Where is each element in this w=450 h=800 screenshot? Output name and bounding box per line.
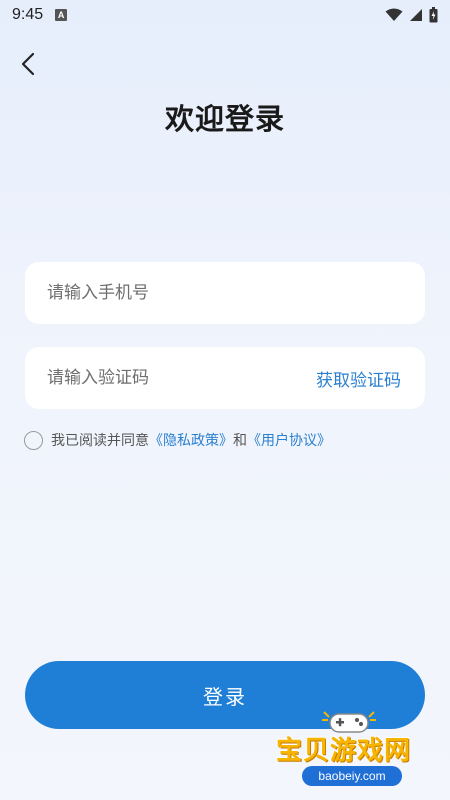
wifi-icon <box>385 8 403 21</box>
page-title: 欢迎登录 <box>164 102 285 136</box>
chevron-left-icon <box>21 52 35 76</box>
agreement-prefix: 我已阅读并同意 <box>51 433 149 449</box>
watermark-url: baobeiy.com <box>302 766 402 786</box>
get-code-button[interactable]: 获取验证码 <box>316 366 401 391</box>
phone-input[interactable] <box>47 283 401 303</box>
privacy-policy-link[interactable]: 《隐私政策》 <box>149 430 233 450</box>
signal-icon <box>410 9 422 21</box>
verification-code-field[interactable]: 获取验证码 <box>25 347 425 409</box>
watermark-title: 宝贝游戏网 <box>276 736 412 766</box>
agreement-row: 我已阅读并同意 《隐私政策》 和 《用户协议》 <box>24 430 331 450</box>
back-button[interactable] <box>14 50 42 78</box>
status-time: 9:45 <box>12 6 44 23</box>
agreement-checkbox[interactable] <box>24 430 43 450</box>
battery-icon <box>429 7 438 23</box>
a-notification-icon: A <box>55 9 68 21</box>
phone-field[interactable] <box>25 262 425 324</box>
watermark-logo: 宝贝游戏网 baobeiy.com <box>272 708 422 794</box>
verification-code-input[interactable] <box>47 368 316 388</box>
user-agreement-link[interactable]: 《用户协议》 <box>247 430 331 450</box>
status-icons <box>385 7 438 23</box>
status-bar: 9:45 A <box>0 0 450 30</box>
agreement-conjunction: 和 <box>233 433 247 449</box>
